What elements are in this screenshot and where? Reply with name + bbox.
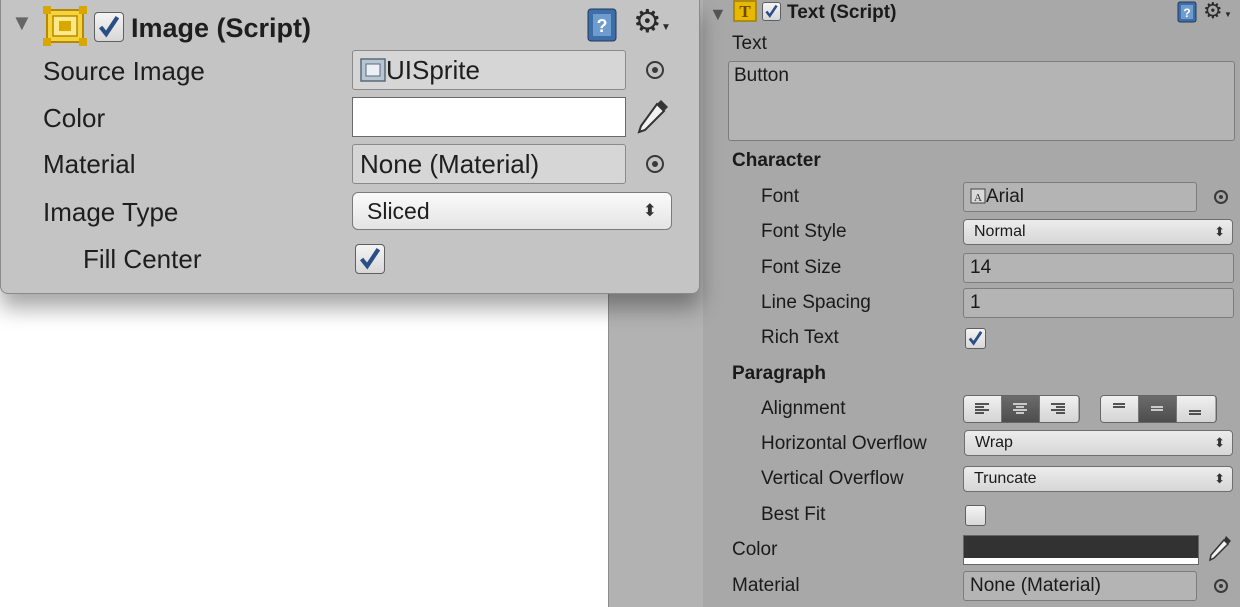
horizontal-overflow-label: Horizontal Overflow — [761, 433, 927, 454]
align-right-icon — [1051, 403, 1065, 414]
align-left-icon — [975, 403, 989, 414]
paragraph-heading: Paragraph — [732, 363, 826, 384]
eyedropper-icon[interactable] — [634, 96, 672, 136]
gear-icon[interactable]: ⚙ — [633, 2, 662, 40]
font-asset-icon: A — [970, 188, 986, 204]
vertical-overflow-value: Truncate — [974, 470, 1037, 487]
text-color-label: Color — [732, 539, 778, 560]
align-bottom-button[interactable] — [1177, 396, 1215, 422]
sprite-asset-icon — [360, 58, 386, 82]
line-spacing-label: Line Spacing — [761, 292, 871, 313]
image-color-swatch[interactable] — [352, 97, 626, 137]
text-enabled-checkbox[interactable] — [762, 2, 781, 21]
svg-text:A: A — [974, 192, 982, 204]
font-size-label: Font Size — [761, 257, 842, 278]
image-component-panel: ▼ Image (Script) ? ⚙ ▼ Source Image UISp… — [0, 0, 700, 294]
text-color-swatch[interactable] — [963, 535, 1199, 565]
align-top-icon — [1113, 403, 1125, 408]
gear-dropdown-arrow-icon: ▼ — [661, 22, 671, 33]
svg-text:?: ? — [1183, 6, 1190, 20]
align-top-button[interactable] — [1101, 396, 1139, 422]
align-left-button[interactable] — [964, 396, 1002, 422]
help-book-icon[interactable]: ? — [1177, 1, 1197, 23]
foldout-arrow-icon[interactable]: ▼ — [11, 10, 33, 36]
rich-text-label: Rich Text — [761, 327, 839, 348]
image-color-label: Color — [43, 103, 106, 133]
font-field[interactable]: A Arial — [963, 182, 1197, 212]
rich-text-checkbox[interactable] — [965, 328, 986, 349]
svg-text:?: ? — [597, 16, 608, 36]
gear-dropdown-arrow-icon: ▼ — [1224, 10, 1232, 19]
alignment-label: Alignment — [761, 398, 846, 419]
source-image-field[interactable]: UISprite — [352, 50, 626, 90]
align-center-icon — [1013, 403, 1027, 414]
material-object-picker-icon[interactable] — [1214, 579, 1228, 593]
material-object-picker-icon[interactable] — [646, 155, 664, 173]
text-material-label: Material — [732, 575, 800, 596]
horizontal-overflow-dropdown[interactable]: Wrap ⬍ — [964, 430, 1233, 456]
help-book-icon[interactable]: ? — [587, 8, 617, 42]
source-image-value: UISprite — [386, 55, 480, 85]
horizontal-alignment-group — [963, 395, 1080, 423]
text-component-icon: T — [733, 0, 757, 22]
foldout-arrow-icon[interactable]: ▼ — [709, 4, 727, 25]
image-material-label: Material — [43, 149, 136, 179]
font-size-field[interactable]: 14 — [963, 253, 1234, 283]
image-type-value: Sliced — [367, 198, 430, 224]
text-component-panel: ▼ T Text (Script) ? ⚙ ▼ Text Button Char… — [703, 0, 1240, 607]
fill-center-label: Fill Center — [83, 244, 202, 274]
eyedropper-icon[interactable] — [1206, 533, 1234, 563]
svg-text:T: T — [739, 2, 751, 21]
align-right-button[interactable] — [1040, 396, 1078, 422]
align-center-button[interactable] — [1002, 396, 1040, 422]
image-component-icon — [43, 6, 87, 46]
align-middle-button[interactable] — [1139, 396, 1177, 422]
font-label: Font — [761, 186, 800, 207]
text-label: Text — [732, 33, 767, 54]
character-heading: Character — [732, 150, 821, 171]
best-fit-checkbox[interactable] — [965, 505, 986, 526]
font-object-picker-icon[interactable] — [1214, 190, 1228, 204]
font-style-label: Font Style — [761, 221, 847, 242]
font-style-value: Normal — [974, 223, 1026, 240]
align-middle-icon — [1151, 406, 1163, 411]
font-value: Arial — [986, 186, 1025, 207]
image-component-title: Image (Script) — [131, 13, 312, 43]
vertical-overflow-dropdown[interactable]: Truncate ⬍ — [963, 466, 1233, 492]
dropdown-arrows-icon: ⬍ — [642, 201, 657, 220]
best-fit-label: Best Fit — [761, 504, 826, 525]
image-type-dropdown[interactable]: Sliced ⬍ — [352, 192, 672, 230]
image-enabled-checkbox[interactable] — [94, 12, 124, 42]
dropdown-arrows-icon: ⬍ — [1214, 435, 1225, 450]
font-style-dropdown[interactable]: Normal ⬍ — [963, 219, 1233, 245]
vertical-overflow-label: Vertical Overflow — [761, 468, 904, 489]
horizontal-overflow-value: Wrap — [975, 434, 1013, 451]
dropdown-arrows-icon: ⬍ — [1214, 224, 1225, 239]
text-component-title: Text (Script) — [787, 2, 897, 23]
vertical-alignment-group — [1100, 395, 1217, 423]
source-image-object-picker-icon[interactable] — [646, 61, 664, 79]
image-type-label: Image Type — [43, 197, 179, 227]
align-bottom-icon — [1189, 410, 1201, 415]
fill-center-checkbox[interactable] — [355, 244, 385, 274]
text-content-area[interactable]: Button — [728, 61, 1235, 141]
text-material-field[interactable]: None (Material) — [963, 571, 1197, 601]
color-alpha-bar — [964, 558, 1198, 564]
dropdown-arrows-icon: ⬍ — [1214, 471, 1225, 486]
image-material-field[interactable]: None (Material) — [352, 144, 626, 184]
gear-icon[interactable]: ⚙ — [1203, 0, 1223, 24]
source-image-label: Source Image — [43, 56, 205, 86]
line-spacing-field[interactable]: 1 — [963, 288, 1234, 318]
